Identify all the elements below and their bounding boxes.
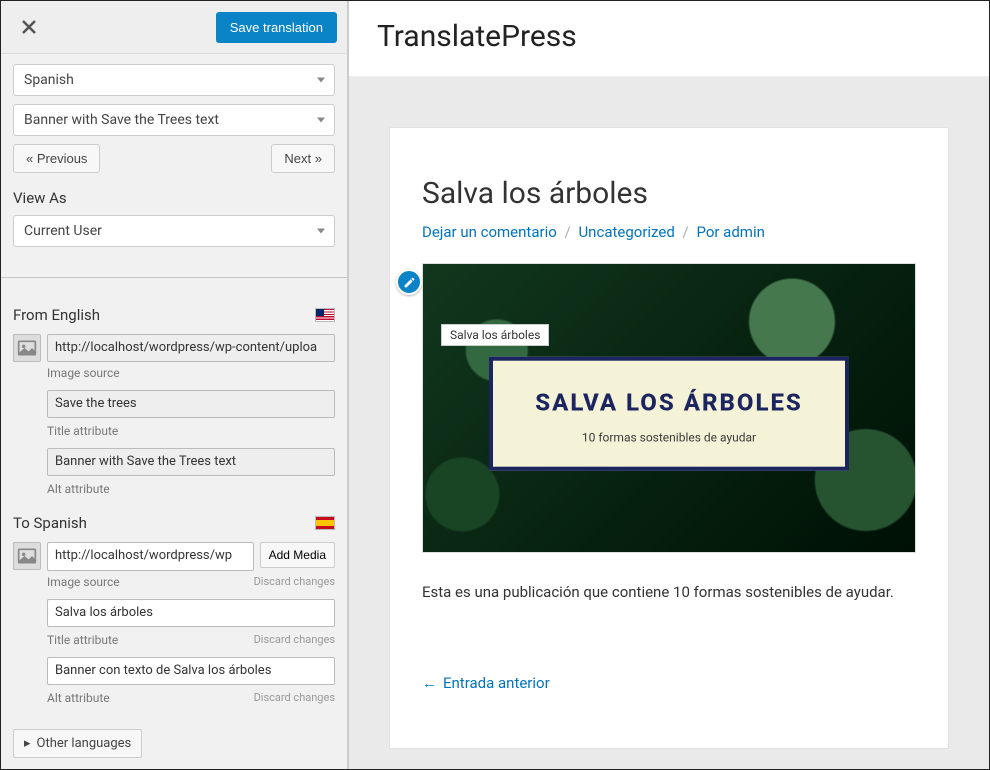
close-icon: [21, 19, 37, 35]
left-arrow-icon: ←: [422, 674, 437, 692]
to-alt-input[interactable]: [47, 657, 335, 685]
sidebar-topbar: Save translation: [1, 1, 347, 54]
from-language-label: From English: [13, 306, 100, 324]
view-as-label: View As: [13, 189, 335, 207]
other-languages-toggle[interactable]: ▸ Other languages: [13, 729, 142, 758]
banner-heading: SALVA LOS ÁRBOLES: [509, 389, 829, 417]
banner-subtitle: 10 formas sostenibles de ayudar: [509, 431, 829, 445]
previous-post-label: Entrada anterior: [443, 674, 550, 692]
brand-title: TranslatePress: [377, 19, 961, 54]
previous-button[interactable]: « Previous: [13, 144, 100, 173]
string-select[interactable]: Banner with Save the Trees text: [13, 104, 335, 136]
from-title-input: [47, 390, 335, 418]
flag-us-icon: [315, 308, 335, 322]
next-button[interactable]: Next »: [271, 144, 335, 173]
brand-bar: TranslatePress: [349, 1, 989, 77]
save-translation-button[interactable]: Save translation: [216, 12, 337, 43]
chevron-right-icon: ▸: [24, 736, 31, 751]
to-title-input[interactable]: [47, 599, 335, 627]
to-image-source-input[interactable]: [47, 542, 254, 571]
discard-changes-link[interactable]: Discard changes: [254, 575, 335, 589]
image-source-label: Image source: [47, 575, 120, 589]
leave-comment-link[interactable]: Dejar un comentario: [422, 223, 557, 241]
preview-pane: TranslatePress Salva los árboles Dejar u…: [349, 1, 989, 769]
title-attr-label: Title attribute: [47, 633, 118, 647]
banner-panel: SALVA LOS ÁRBOLES 10 formas sostenibles …: [489, 357, 849, 471]
category-link[interactable]: Uncategorized: [578, 223, 674, 241]
banner-tooltip: Salva los árboles: [441, 324, 549, 346]
banner-image[interactable]: Salva los árboles SALVA LOS ÁRBOLES 10 f…: [422, 263, 916, 553]
edit-pencil-button[interactable]: [396, 269, 422, 295]
view-as-select[interactable]: Current User: [13, 215, 335, 247]
post-card: Salva los árboles Dejar un comentario / …: [389, 127, 949, 749]
language-select[interactable]: Spanish: [13, 64, 335, 96]
from-alt-input: [47, 448, 335, 476]
post-nav: ← Entrada anterior: [422, 674, 916, 692]
previous-post-link[interactable]: ← Entrada anterior: [422, 674, 550, 692]
pencil-icon: [403, 276, 416, 289]
discard-changes-link[interactable]: Discard changes: [254, 633, 335, 647]
image-icon: [13, 542, 41, 570]
title-attr-label: Title attribute: [47, 424, 118, 438]
post-title: Salva los árboles: [422, 176, 916, 211]
alt-attr-label: Alt attribute: [47, 691, 110, 705]
add-media-button[interactable]: Add Media: [260, 542, 335, 568]
author-link[interactable]: Por admin: [696, 223, 764, 241]
alt-attr-label: Alt attribute: [47, 482, 110, 496]
from-image-source-input: [47, 334, 335, 362]
discard-changes-link[interactable]: Discard changes: [254, 691, 335, 705]
post-meta: Dejar un comentario / Uncategorized / Po…: [422, 223, 916, 241]
flag-es-icon: [315, 516, 335, 530]
other-languages-label: Other languages: [37, 736, 132, 751]
image-icon: [13, 334, 41, 362]
image-source-label: Image source: [47, 366, 120, 380]
to-language-label: To Spanish: [13, 514, 87, 532]
translation-sidebar: Save translation Spanish Banner with Sav…: [1, 1, 349, 769]
close-button[interactable]: [11, 11, 47, 43]
post-body: Esta es una publicación que contiene 10 …: [422, 581, 916, 604]
